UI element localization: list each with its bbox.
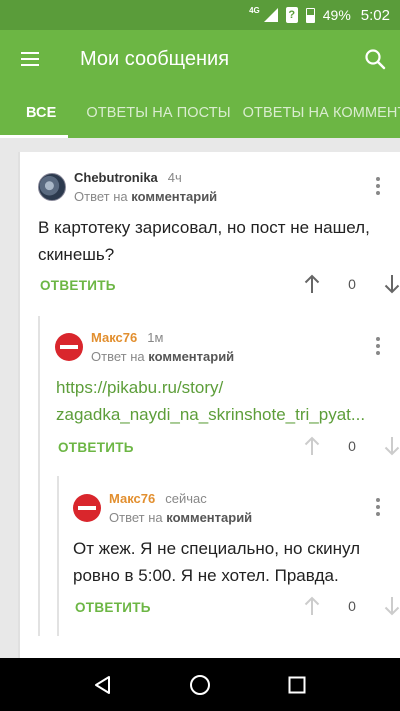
reply-button[interactable]: ОТВЕТИТЬ [75, 600, 151, 615]
avatar[interactable] [55, 333, 83, 361]
more-options-icon[interactable] [368, 495, 388, 519]
tab-bar: ВСЕ ОТВЕТЫ НА ПОСТЫ ОТВЕТЫ НА КОММЕНТАРИ… [0, 88, 400, 138]
messages-list: Chebutronika 4ч Ответ на комментарий В к… [0, 138, 400, 658]
comment-text: От жеж. Я не специально, но скинул ровно… [73, 539, 361, 585]
vote-count: 0 [348, 438, 356, 454]
comment-thread: Chebutronika 4ч Ответ на комментарий В к… [18, 152, 400, 658]
comment-author[interactable]: Chebutronika [74, 170, 158, 185]
reply-target-link[interactable]: комментарий [166, 510, 252, 525]
comment-link[interactable]: https://pikabu.ru/story/ zagadka_naydi_n… [56, 374, 396, 428]
comment-author[interactable]: Макс76 [91, 330, 137, 345]
reply-context: Ответ на комментарий [91, 349, 235, 364]
vote-count: 0 [348, 276, 356, 292]
reply-target-link[interactable]: комментарий [148, 349, 234, 364]
reply-button[interactable]: ОТВЕТИТЬ [58, 440, 134, 455]
reply-button[interactable]: ОТВЕТИТЬ [40, 278, 116, 293]
downvote-icon[interactable] [382, 273, 400, 295]
upvote-icon[interactable] [302, 595, 322, 617]
menu-icon[interactable] [0, 30, 60, 88]
network-type: 4G [249, 6, 260, 15]
more-options-icon[interactable] [368, 334, 388, 358]
reply-target-link[interactable]: комментарий [131, 189, 217, 204]
app-bar: Мои сообщения [0, 30, 400, 88]
comment-time: 4ч [167, 170, 182, 185]
recents-icon[interactable] [277, 665, 317, 705]
downvote-icon[interactable] [382, 435, 400, 457]
reply-context: Ответ на комментарий [74, 189, 218, 204]
comment: Макс76 сейчас Ответ на комментарий От же… [38, 476, 400, 636]
downvote-icon[interactable] [382, 595, 400, 617]
reply-context: Ответ на комментарий [109, 510, 253, 525]
avatar[interactable] [38, 173, 66, 201]
upvote-icon[interactable] [302, 435, 322, 457]
battery-icon [305, 7, 315, 23]
home-icon[interactable] [180, 665, 220, 705]
comment: Макс76 1м Ответ на комментарий https://p… [38, 316, 400, 476]
status-bar: 4G ? 49% 5:02 [0, 0, 400, 30]
clock: 5:02 [360, 6, 390, 24]
system-nav-bar [0, 658, 400, 711]
tab-comment-replies[interactable]: ОТВЕТЫ НА КОММЕНТАРИИ [237, 88, 400, 138]
unknown-sim-icon: ? [285, 7, 298, 23]
comment-text: В картотеку зарисовал, но пост не нашел,… [38, 218, 370, 264]
tab-all[interactable]: ВСЕ [0, 88, 69, 138]
comment-time: сейчас [165, 491, 207, 506]
search-icon[interactable] [350, 30, 400, 88]
more-options-icon[interactable] [368, 174, 388, 198]
comment-time: 1м [147, 330, 164, 345]
comment-author[interactable]: Макс76 [109, 491, 155, 506]
tab-post-replies[interactable]: ОТВЕТЫ НА ПОСТЫ [68, 88, 236, 138]
comment: Chebutronika 4ч Ответ на комментарий В к… [20, 152, 400, 312]
vote-count: 0 [348, 598, 356, 614]
upvote-icon[interactable] [302, 273, 322, 295]
page-title: Мои сообщения [80, 47, 230, 70]
signal-icon [263, 8, 278, 22]
battery-percent: 49% [322, 7, 351, 23]
avatar[interactable] [73, 494, 101, 522]
back-icon[interactable] [83, 665, 123, 705]
